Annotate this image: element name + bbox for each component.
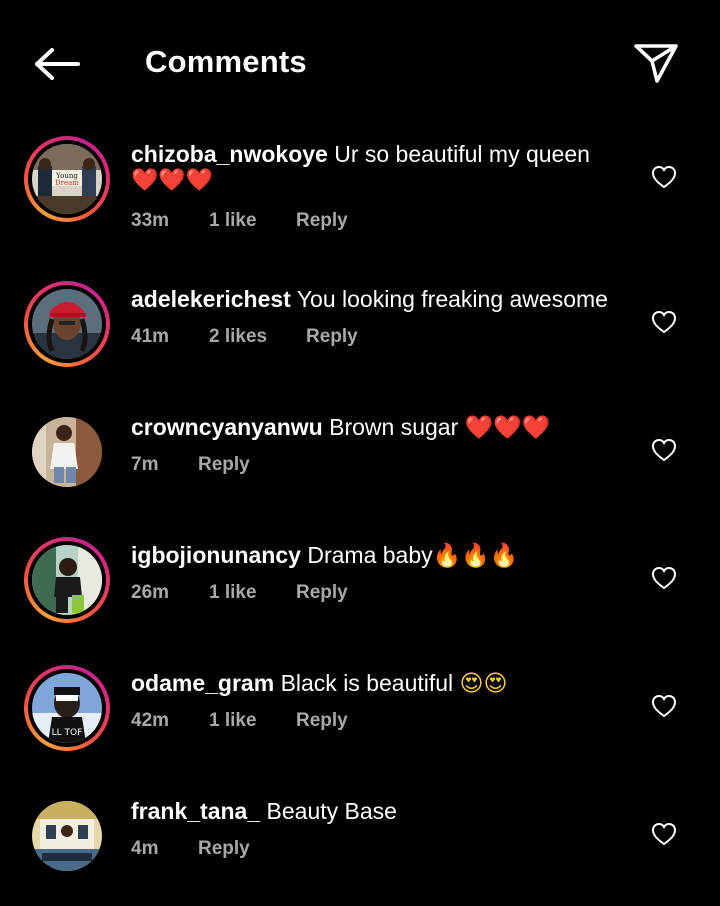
comment-username[interactable]: crowncyanyanwu [131, 414, 323, 440]
avatar[interactable]: Young Dream [24, 136, 110, 222]
avatar[interactable] [24, 537, 110, 623]
avatar[interactable] [24, 793, 110, 879]
comment-emoji: 🔥🔥🔥 [432, 543, 519, 569]
comment-item: Young Dream chizoba_nwokoye Ur so beauti… [0, 136, 720, 246]
avatar-image [32, 417, 102, 487]
comment-username[interactable]: frank_tana_ [131, 798, 260, 824]
avatar[interactable]: LL TOF [24, 665, 110, 751]
heart-icon [651, 566, 677, 590]
comment-username[interactable]: odame_gram [131, 670, 274, 696]
avatar[interactable] [24, 409, 110, 495]
comment-likes[interactable]: 1 like [209, 710, 257, 732]
svg-text:Dream: Dream [55, 179, 79, 187]
comment-username[interactable]: igbojionunancy [131, 542, 301, 568]
reply-button[interactable]: Reply [306, 326, 358, 348]
comment-item: igbojionunancy Drama baby🔥🔥🔥 26m 1 like … [0, 537, 720, 627]
like-button[interactable] [650, 437, 678, 463]
header: Comments [0, 0, 720, 128]
avatar-image: Young Dream [32, 144, 102, 214]
comment-time: 41m [131, 326, 170, 347]
comment-username[interactable]: chizoba_nwokoye [131, 141, 328, 167]
comment-text: Beauty Base [266, 798, 397, 824]
like-button[interactable] [650, 821, 678, 847]
comment-username[interactable]: adelekerichest [131, 286, 291, 312]
comment-emoji: ❤️❤️❤️ [131, 168, 214, 193]
comment-time: 7m [131, 454, 159, 475]
comment-time: 26m [131, 582, 170, 603]
reply-button[interactable]: Reply [296, 710, 348, 732]
comment-likes[interactable]: 1 like [209, 210, 257, 232]
like-button[interactable] [650, 693, 678, 719]
heart-icon [651, 822, 677, 846]
comment-text: Black is beautiful [280, 670, 454, 696]
svg-text:LL TOF: LL TOF [52, 728, 83, 738]
reply-button[interactable]: Reply [198, 454, 250, 476]
comment-time: 42m [131, 710, 170, 731]
arrow-left-icon [35, 48, 80, 80]
paper-plane-icon [634, 44, 678, 83]
heart-icon [651, 165, 677, 189]
like-button[interactable] [650, 164, 678, 190]
heart-icon [651, 310, 677, 334]
comment-text: Drama baby [307, 542, 433, 568]
comment-emoji: 😍😍 [459, 671, 508, 697]
comment-text: Brown sugar [329, 414, 459, 440]
like-button[interactable] [650, 309, 678, 335]
avatar-image [32, 545, 102, 615]
comment-item: LL TOF odame_gram Black is beautiful 😍😍 … [0, 665, 720, 755]
reply-button[interactable]: Reply [198, 838, 250, 860]
heart-icon [651, 694, 677, 718]
reply-button[interactable]: Reply [296, 210, 348, 232]
comment-item: adelekerichest You looking freaking awes… [0, 281, 720, 371]
comment-item: crowncyanyanwu Brown sugar ❤️❤️❤️ 7m Rep… [0, 409, 720, 499]
comment-emoji: ❤️❤️❤️ [464, 415, 551, 441]
page-title: Comments [145, 44, 307, 79]
comment-time: 4m [131, 838, 159, 859]
avatar-image [32, 289, 102, 359]
heart-icon [651, 438, 677, 462]
avatar-image [32, 801, 102, 871]
comment-time: 33m [131, 210, 170, 231]
back-button[interactable] [28, 40, 84, 88]
avatar[interactable] [24, 281, 110, 367]
comment-likes[interactable]: 1 like [209, 582, 257, 604]
like-button[interactable] [650, 565, 678, 591]
comment-text: Ur so beautiful my queen [334, 141, 590, 167]
reply-button[interactable]: Reply [296, 582, 348, 604]
avatar-image: LL TOF [32, 673, 102, 743]
comment-item: frank_tana_ Beauty Base 4m Reply [0, 793, 720, 883]
comment-text: You looking freaking awesome [296, 286, 608, 312]
comment-likes[interactable]: 2 likes [209, 326, 267, 348]
share-button[interactable] [628, 36, 684, 90]
